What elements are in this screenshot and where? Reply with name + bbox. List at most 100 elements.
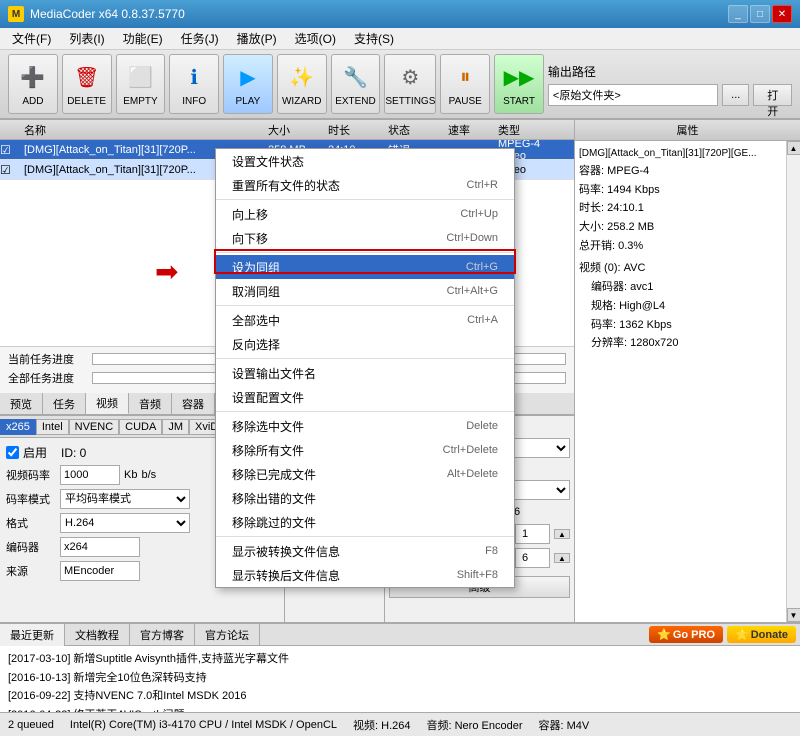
ctx-ungroup[interactable]: 取消同组 Ctrl+Alt+G (216, 279, 514, 303)
prop-scrollbar[interactable]: ▲ ▼ (786, 141, 800, 622)
ctx-set-status[interactable]: 设置文件状态 (216, 149, 514, 173)
bitrate-mode-select[interactable]: 平均码率模式 (60, 489, 190, 509)
file-check-2[interactable]: ☑ (0, 163, 20, 177)
container-status: 容器: M4V (538, 717, 589, 733)
tab-video[interactable]: 视频 (86, 393, 129, 414)
total-progress-label: 全部任务进度 (8, 370, 88, 386)
menu-func[interactable]: 功能(E) (115, 28, 171, 49)
audio-status: 音频: Nero Encoder (427, 717, 523, 733)
col-speed-header: 速率 (444, 122, 494, 138)
gopro-icon: ⭐ (657, 628, 671, 641)
open-button[interactable]: 打开 (753, 84, 792, 106)
start-button[interactable]: ▶▶ START (494, 54, 544, 114)
enable-checkbox[interactable] (6, 446, 19, 459)
format-label: 格式 (6, 515, 56, 531)
ctx-remove-selected[interactable]: 移除选中文件 Delete (216, 414, 514, 438)
prop-container: 容器: MPEG-4 (579, 162, 782, 181)
donate-button[interactable]: ⭐ Donate (727, 626, 796, 643)
tab-task[interactable]: 任务 (43, 393, 86, 414)
news-tab-forum[interactable]: 官方论坛 (195, 624, 260, 646)
news-tabs: 最近更新 文档教程 官方博客 官方论坛 ⭐ Go PRO ⭐ Donate (0, 624, 800, 646)
settings-button[interactable]: ⚙ SETTINGS (384, 54, 436, 114)
codec-tab-nvenc[interactable]: NVENC (69, 419, 120, 435)
news-tab-docs[interactable]: 文档教程 (65, 624, 130, 646)
subpix-input[interactable] (515, 548, 550, 568)
enable-label: 启用 (23, 444, 47, 461)
tab-audio[interactable]: 音频 (129, 393, 172, 414)
kb-label: Kb (124, 469, 137, 481)
info-button[interactable]: ℹ INFO (169, 54, 219, 114)
right-area: 属性 [DMG][Attack_on_Titan][31][720P][GE..… (575, 120, 800, 622)
scroll-down[interactable]: ▼ (787, 608, 800, 622)
ctx-remove-skipped[interactable]: 移除跳过的文件 (216, 510, 514, 534)
gopro-button[interactable]: ⭐ Go PRO (649, 626, 723, 643)
pause-button[interactable]: ⏸ PAUSE (440, 54, 490, 114)
menu-file[interactable]: 文件(F) (4, 28, 59, 49)
codec-tab-intel[interactable]: Intel (36, 419, 69, 435)
wizard-button[interactable]: ✨ WIZARD (277, 54, 327, 114)
source-input[interactable] (60, 561, 140, 581)
ref-frames-input[interactable] (515, 524, 550, 544)
queue-status: 2 queued (8, 719, 54, 731)
codec-tab-cuda[interactable]: CUDA (119, 419, 162, 435)
ctx-set-output[interactable]: 设置输出文件名 (216, 361, 514, 385)
codec-tab-jm[interactable]: JM (162, 419, 189, 435)
bitrate-input[interactable] (60, 465, 120, 485)
prop-video-resolution: 分辨率: 1280x720 (591, 334, 782, 353)
news-tab-blog[interactable]: 官方博客 (130, 624, 195, 646)
scroll-up[interactable]: ▲ (787, 141, 800, 155)
ctx-remove-all[interactable]: 移除所有文件 Ctrl+Delete (216, 438, 514, 462)
extend-label: EXTEND (335, 96, 376, 107)
window-controls: _ □ ✕ (728, 5, 792, 23)
prop-video-bitrate: 码率: 1362 Kbps (591, 316, 782, 335)
news-content: [2017-03-10] 新增Suptitle Avisynth插件,支持蓝光字… (0, 646, 800, 712)
maximize-button[interactable]: □ (750, 5, 770, 23)
news-tab-updates[interactable]: 最近更新 (0, 624, 65, 646)
menu-list[interactable]: 列表(I) (61, 28, 112, 49)
delete-button[interactable]: 🗑 DELETE (62, 54, 112, 114)
browse-button[interactable]: ... (722, 84, 749, 106)
ctx-show-dst-info[interactable]: 显示转换后文件信息 Shift+F8 (216, 563, 514, 587)
properties-title: 属性 (575, 120, 800, 141)
menu-support[interactable]: 支持(S) (346, 28, 402, 49)
empty-button[interactable]: ⬜ EMPTY (116, 54, 166, 114)
encoder-input[interactable] (60, 537, 140, 557)
add-icon: ➕ (17, 61, 49, 93)
ref-frames-up[interactable]: ▲ (554, 529, 570, 539)
ctx-remove-done[interactable]: 移除已完成文件 Alt+Delete (216, 462, 514, 486)
ctx-select-all[interactable]: 全部选中 Ctrl+A (216, 308, 514, 332)
menu-play[interactable]: 播放(P) (229, 28, 285, 49)
menu-task[interactable]: 任务(J) (173, 28, 227, 49)
menu-options[interactable]: 选项(O) (287, 28, 344, 49)
window-title: MediaCoder x64 0.8.37.5770 (30, 7, 728, 21)
ctx-move-up[interactable]: 向上移 Ctrl+Up (216, 202, 514, 226)
output-path-input[interactable] (548, 84, 718, 106)
app-icon: M (8, 6, 24, 22)
ctx-remove-error[interactable]: 移除出错的文件 (216, 486, 514, 510)
ctx-set-config[interactable]: 设置配置文件 (216, 385, 514, 409)
ctx-set-group[interactable]: 设为同组 Ctrl+G (216, 255, 514, 279)
minimize-button[interactable]: _ (728, 5, 748, 23)
tab-container[interactable]: 容器 (172, 393, 215, 414)
arrow-indicator: ➡ (155, 255, 178, 288)
add-button[interactable]: ➕ ADD (8, 54, 58, 114)
empty-icon: ⬜ (124, 61, 156, 93)
codec-tab-x265[interactable]: x265 (0, 419, 36, 435)
extend-button[interactable]: 🔧 EXTEND (331, 54, 381, 114)
subpix-up[interactable]: ▲ (554, 553, 570, 563)
ctx-show-src-info[interactable]: 显示被转换文件信息 F8 (216, 539, 514, 563)
play-button[interactable]: ▶ PLAY (223, 54, 273, 114)
file-check-1[interactable]: ☑ (0, 143, 20, 157)
format-select[interactable]: H.264 (60, 513, 190, 533)
tab-preview[interactable]: 预览 (0, 393, 43, 414)
prop-size: 大小: 258.2 MB (579, 218, 782, 237)
id-label: ID: 0 (61, 446, 86, 460)
ctx-invert-select[interactable]: 反向选择 (216, 332, 514, 356)
ctx-sep-1 (216, 199, 514, 200)
close-button[interactable]: ✕ (772, 5, 792, 23)
col-duration-header: 时长 (324, 122, 384, 138)
wizard-icon: ✨ (286, 61, 318, 93)
ctx-move-down[interactable]: 向下移 Ctrl+Down (216, 226, 514, 250)
ctx-reset-status[interactable]: 重置所有文件的状态 Ctrl+R (216, 173, 514, 197)
add-label: ADD (22, 96, 43, 107)
